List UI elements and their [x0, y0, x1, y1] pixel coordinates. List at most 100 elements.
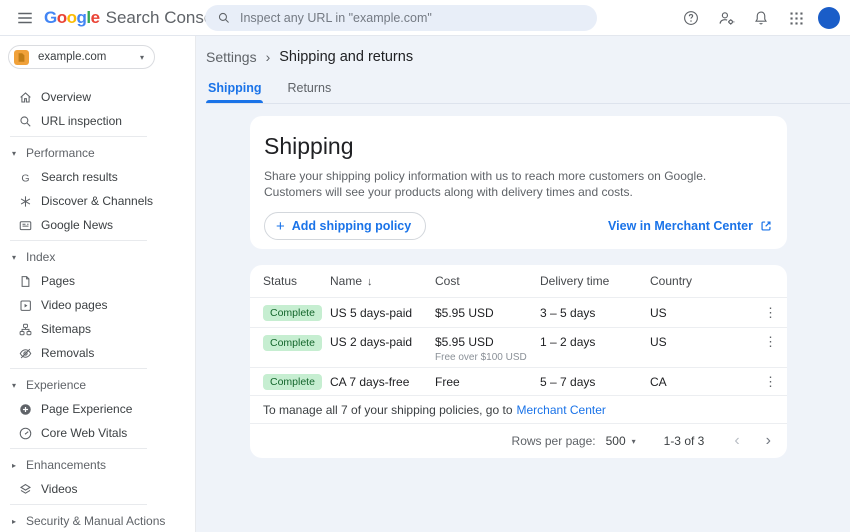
table-row: Complete CA 7 days-free Free 5 – 7 days … [250, 368, 787, 396]
chevron-down-icon: ▾ [12, 381, 20, 390]
sidebar-section-performance[interactable]: ▾ Performance [0, 141, 195, 165]
property-icon [14, 50, 29, 65]
sidebar-item-video-pages[interactable]: Video pages [0, 293, 195, 317]
sidebar-nav: Overview URL inspection ▾ Performance G … [0, 85, 195, 532]
row-overflow-menu-icon[interactable]: ⋮ [764, 306, 777, 319]
home-icon [18, 90, 33, 105]
policy-delivery-time: 5 – 7 days [540, 375, 650, 389]
card-title: Shipping [264, 116, 773, 160]
chevron-down-icon: ▾ [140, 53, 144, 62]
menu-icon[interactable] [8, 3, 42, 33]
google-logo: Google [44, 8, 100, 28]
column-header-country[interactable]: Country [650, 274, 753, 288]
row-overflow-menu-icon[interactable]: ⋮ [764, 375, 777, 388]
sidebar-item-search-results[interactable]: G Search results [0, 165, 195, 189]
shipping-policies-table-card: Status Name↓ Cost Delivery time Country … [250, 265, 787, 458]
video-pages-icon [18, 298, 33, 313]
topbar-actions [678, 0, 840, 36]
sidebar-item-discover-channels[interactable]: Discover & Channels [0, 189, 195, 213]
policy-cost: Free [435, 375, 540, 389]
row-overflow-menu-icon[interactable]: ⋮ [764, 335, 777, 348]
add-shipping-policy-button[interactable]: + Add shipping policy [264, 212, 426, 240]
sort-descending-icon: ↓ [367, 276, 373, 288]
tab-shipping[interactable]: Shipping [206, 81, 263, 103]
policy-delivery-time: 1 – 2 days [540, 335, 650, 349]
property-selector[interactable]: example.com ▾ [8, 45, 155, 69]
column-header-delivery-time[interactable]: Delivery time [540, 274, 650, 288]
shipping-intro-card: Shipping Share your shipping policy info… [250, 116, 787, 249]
rows-per-page-label: Rows per page: [512, 434, 596, 448]
page-experience-icon [18, 402, 33, 417]
sidebar-item-removals[interactable]: Removals [0, 341, 195, 365]
sidebar-section-enhancements[interactable]: ▸ Enhancements [0, 453, 195, 477]
status-badge: Complete [263, 374, 322, 390]
chevron-down-icon: ▾ [12, 253, 20, 262]
sidebar: example.com ▾ Overview URL inspection ▾ … [0, 36, 196, 532]
next-page-icon[interactable]: › [766, 433, 771, 449]
removals-icon [18, 346, 33, 361]
sidebar-item-sitemaps[interactable]: Sitemaps [0, 317, 195, 341]
sidebar-item-core-web-vitals[interactable]: Core Web Vitals [0, 421, 195, 445]
notifications-icon[interactable] [748, 5, 774, 31]
tab-bar: Shipping Returns [206, 80, 850, 104]
main-content: Settings › Shipping and returns Shipping… [197, 36, 850, 532]
breadcrumb-settings[interactable]: Settings [206, 49, 257, 65]
avatar[interactable] [818, 7, 840, 29]
policy-name: CA 7 days-free [330, 375, 435, 389]
chevron-down-icon: ▾ [12, 149, 20, 158]
column-header-cost[interactable]: Cost [435, 274, 540, 288]
sidebar-item-page-experience[interactable]: Page Experience [0, 397, 195, 421]
top-app-bar: Google Search Console Inspect any URL in… [0, 0, 850, 36]
sidebar-section-security-manual-actions[interactable]: ▸ Security & Manual Actions [0, 509, 195, 532]
column-header-name[interactable]: Name↓ [330, 274, 435, 288]
sidebar-section-index[interactable]: ▾ Index [0, 245, 195, 269]
plus-icon: + [276, 218, 285, 235]
external-link-icon [759, 219, 773, 233]
chevron-right-icon: ▸ [12, 517, 20, 526]
manage-users-icon[interactable] [713, 5, 739, 31]
policy-name: US 5 days-paid [330, 306, 435, 320]
core-web-vitals-icon [18, 426, 33, 441]
sidebar-section-experience[interactable]: ▾ Experience [0, 373, 195, 397]
status-badge: Complete [263, 335, 322, 351]
status-badge: Complete [263, 305, 322, 321]
url-inspection-icon [18, 114, 33, 129]
table-pagination: Rows per page: 500 ▾ 1-3 of 3 ‹ › [250, 424, 787, 458]
sidebar-item-overview[interactable]: Overview [0, 85, 195, 109]
sitemaps-icon [18, 322, 33, 337]
apps-grid-icon[interactable] [783, 5, 809, 31]
card-description: Share your shipping policy information w… [264, 168, 773, 200]
videos-icon [18, 482, 33, 497]
table-header-row: Status Name↓ Cost Delivery time Country [250, 265, 787, 298]
discover-icon [18, 194, 33, 209]
sidebar-item-url-inspection[interactable]: URL inspection [0, 109, 195, 133]
sidebar-divider [10, 136, 147, 137]
manage-policies-note: To manage all 7 of your shipping policie… [250, 396, 787, 424]
rows-per-page-select[interactable]: 500 ▾ [606, 434, 636, 448]
sidebar-divider [10, 240, 147, 241]
tab-returns[interactable]: Returns [285, 81, 333, 103]
search-placeholder: Inspect any URL in "example.com" [240, 11, 432, 25]
column-header-status[interactable]: Status [263, 274, 330, 288]
sidebar-item-videos[interactable]: Videos [0, 477, 195, 501]
merchant-center-link[interactable]: Merchant Center [517, 403, 606, 417]
table-row: Complete US 2 days-paid $5.95 USD Free o… [250, 328, 787, 368]
pages-icon [18, 274, 33, 289]
help-icon[interactable] [678, 5, 704, 31]
policy-country: US [650, 335, 753, 349]
policy-country: CA [650, 375, 753, 389]
previous-page-icon[interactable]: ‹ [734, 433, 739, 449]
sidebar-item-google-news[interactable]: Google News [0, 213, 195, 237]
policy-cost: $5.95 USD [435, 306, 540, 320]
sidebar-item-pages[interactable]: Pages [0, 269, 195, 293]
sidebar-divider [10, 448, 147, 449]
policy-delivery-time: 3 – 5 days [540, 306, 650, 320]
policy-cost: $5.95 USD Free over $100 USD [435, 335, 540, 363]
search-icon [217, 11, 231, 25]
view-in-merchant-center-link[interactable]: View in Merchant Center [608, 219, 773, 233]
g-icon: G [18, 170, 33, 185]
breadcrumb: Settings › Shipping and returns [206, 49, 850, 65]
url-inspect-search-input[interactable]: Inspect any URL in "example.com" [205, 5, 597, 31]
sidebar-divider [10, 504, 147, 505]
hamburger-lines-icon [16, 9, 34, 27]
